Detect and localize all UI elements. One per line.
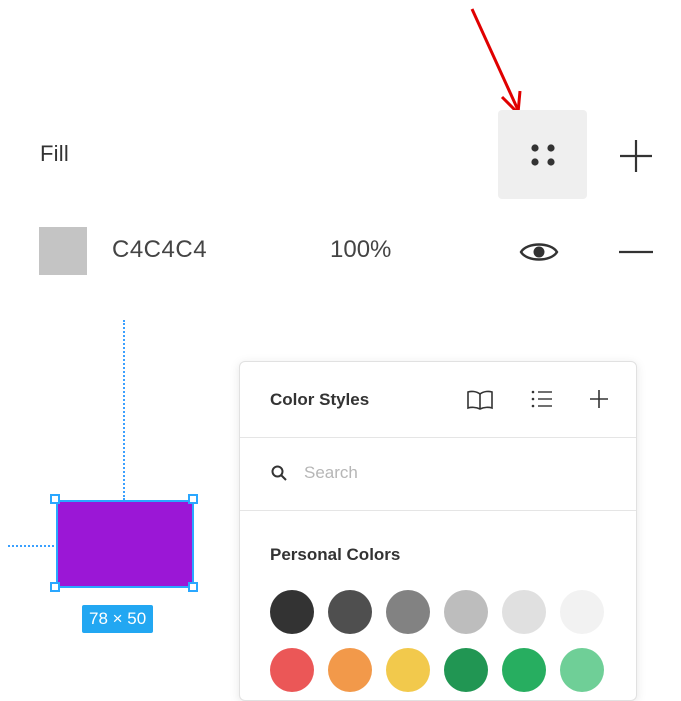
color-swatch[interactable]	[328, 648, 372, 692]
color-swatch[interactable]	[270, 590, 314, 634]
resize-handle-bottom-left[interactable]	[50, 582, 60, 592]
eye-icon[interactable]	[519, 239, 559, 265]
color-swatch[interactable]	[560, 648, 604, 692]
add-fill-plus-icon[interactable]	[618, 138, 654, 174]
color-row	[270, 590, 630, 634]
color-styles-popover: Color Styles Personal Colors	[239, 361, 637, 701]
color-swatch[interactable]	[386, 590, 430, 634]
horizontal-guide-line	[8, 545, 54, 547]
fill-section-title: Fill	[40, 141, 69, 166]
book-icon[interactable]	[466, 389, 494, 411]
fill-hex-value[interactable]: C4C4C4	[112, 236, 207, 264]
search-bar	[240, 438, 636, 511]
resize-handle-top-left[interactable]	[50, 494, 60, 504]
plus-icon[interactable]	[587, 387, 611, 411]
color-row	[270, 648, 630, 692]
color-swatch[interactable]	[444, 648, 488, 692]
four-dots-icon	[530, 143, 555, 166]
fill-color-swatch[interactable]	[39, 227, 87, 275]
style-and-variables-button[interactable]	[498, 110, 587, 199]
popover-header: Color Styles	[240, 362, 636, 438]
selected-rectangle[interactable]	[56, 500, 194, 588]
popover-title: Color Styles	[270, 390, 370, 409]
personal-colors-title: Personal Colors	[270, 545, 401, 564]
color-swatch[interactable]	[386, 648, 430, 692]
color-swatch[interactable]	[502, 590, 546, 634]
dimension-badge: 78 × 50	[82, 605, 154, 633]
personal-colors-grid	[270, 590, 630, 700]
list-icon[interactable]	[530, 388, 554, 410]
color-swatch[interactable]	[444, 590, 488, 634]
search-icon	[271, 465, 287, 481]
annotation-arrow	[470, 8, 522, 117]
color-swatch[interactable]	[560, 590, 604, 634]
search-input[interactable]	[304, 460, 594, 486]
color-swatch[interactable]	[270, 648, 314, 692]
fill-opacity-value[interactable]: 100%	[330, 236, 391, 264]
resize-handle-bottom-right[interactable]	[188, 582, 198, 592]
remove-fill-minus-icon[interactable]	[617, 237, 655, 267]
resize-handle-top-right[interactable]	[188, 494, 198, 504]
color-swatch[interactable]	[328, 590, 372, 634]
vertical-guide-line	[123, 320, 125, 500]
color-swatch[interactable]	[502, 648, 546, 692]
